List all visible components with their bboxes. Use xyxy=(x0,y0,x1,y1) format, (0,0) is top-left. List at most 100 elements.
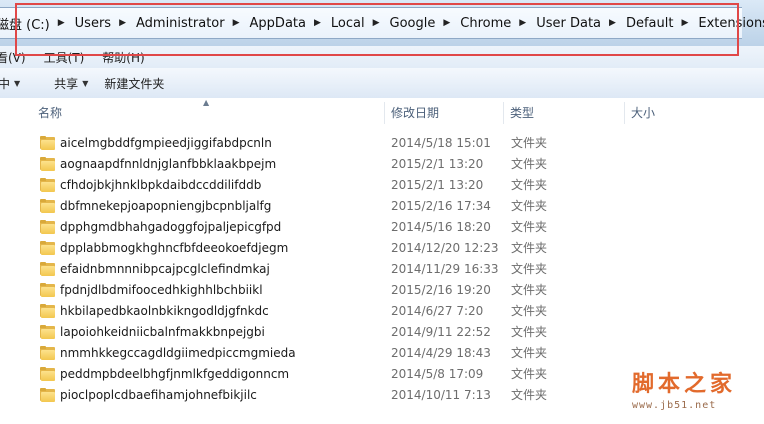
column-type[interactable]: 类型 xyxy=(504,98,624,126)
column-date[interactable]: 修改日期 xyxy=(385,98,503,126)
column-header-row: ▲ 名称 修改日期 类型 大小 xyxy=(0,98,764,126)
crumb-user-data[interactable]: User Data xyxy=(532,16,605,31)
chevron-right-icon[interactable]: ▶ xyxy=(369,18,386,28)
menu-view[interactable]: 看(V) xyxy=(0,49,35,66)
file-date: 2014/12/20 12:23 xyxy=(391,241,499,255)
file-date: 2014/9/11 22:52 xyxy=(391,325,491,339)
column-size[interactable]: 大小 xyxy=(625,98,745,126)
file-type: 文件夹 xyxy=(511,367,548,381)
folder-icon xyxy=(40,304,55,318)
new-folder-button[interactable]: 新建文件夹 xyxy=(96,75,172,92)
address-bar-area: 磁盘 (C:) ▶ Users ▶ Administrator ▶ AppDat… xyxy=(0,0,764,46)
menu-tools[interactable]: 工具(T) xyxy=(35,49,94,66)
file-date: 2014/6/27 7:20 xyxy=(391,304,484,318)
file-row[interactable]: dpplabbmogkhghncfbfdeeokoefdjegm 2014/12/… xyxy=(0,238,764,259)
file-name: aicelmgbddfgmpieedjiggifabdpcnln xyxy=(60,136,272,150)
file-date: 2015/2/16 19:20 xyxy=(391,283,491,297)
file-row[interactable]: efaidnbmnnnibpcajpcglclefindmkaj 2014/11/… xyxy=(0,259,764,280)
chevron-right-icon[interactable]: ▶ xyxy=(439,18,456,28)
folder-icon xyxy=(40,325,55,339)
crumb-administrator[interactable]: Administrator xyxy=(132,16,229,31)
crumb-default[interactable]: Default xyxy=(622,16,678,31)
folder-icon xyxy=(40,241,55,255)
folder-icon xyxy=(40,199,55,213)
file-type: 文件夹 xyxy=(511,325,548,339)
file-type: 文件夹 xyxy=(511,157,548,171)
dropdown-caret-icon: ▼ xyxy=(14,78,21,88)
menu-help[interactable]: 帮助(H) xyxy=(93,49,153,66)
file-date: 2014/5/18 15:01 xyxy=(391,136,491,150)
cmd-share[interactable]: 共享 ▼ xyxy=(46,75,96,92)
file-date: 2014/4/29 18:43 xyxy=(391,346,491,360)
file-name: pioclpoplcdbaefihamjohnefbikjilc xyxy=(60,388,257,402)
file-date: 2014/5/8 17:09 xyxy=(391,367,484,381)
file-name: peddmpbdeelbhgfjnmlkfgeddigonncm xyxy=(60,367,290,381)
file-name: nmmhkkegccagdldgiimedpiccmgmieda xyxy=(60,346,296,360)
file-type: 文件夹 xyxy=(511,304,548,318)
file-name: efaidnbmnnnibpcajpcglclefindmkaj xyxy=(60,262,270,276)
file-name: aognaapdfnnldnjglanfbbklaakbpejm xyxy=(60,157,277,171)
crumb-drive[interactable]: 磁盘 (C:) xyxy=(0,14,54,33)
folder-icon xyxy=(40,388,55,402)
file-date: 2015/2/1 13:20 xyxy=(391,157,484,171)
file-date: 2014/10/11 7:13 xyxy=(391,388,491,402)
file-type: 文件夹 xyxy=(511,199,548,213)
folder-icon xyxy=(40,283,55,297)
chevron-right-icon[interactable]: ▶ xyxy=(229,18,246,28)
dropdown-caret-icon: ▼ xyxy=(82,78,89,88)
watermark: 脚本之家 www.jb51.net xyxy=(632,366,762,411)
folder-icon xyxy=(40,367,55,381)
watermark-text: 脚本之家 xyxy=(632,371,737,397)
file-name: lapoiohkeidniicbalnfmakkbnpejgbi xyxy=(60,325,265,339)
file-type: 文件夹 xyxy=(511,241,548,255)
column-name[interactable]: 名称 xyxy=(32,98,384,126)
chevron-right-icon[interactable]: ▶ xyxy=(605,18,622,28)
cmd-include[interactable]: 中 ▼ xyxy=(0,75,28,92)
file-date: 2015/2/1 13:20 xyxy=(391,178,484,192)
file-type: 文件夹 xyxy=(511,262,548,276)
file-row[interactable]: lapoiohkeidniicbalnfmakkbnpejgbi 2014/9/1… xyxy=(0,322,764,343)
file-name: dbfmnekepjoapopniengjbcpnbljalfg xyxy=(60,199,272,213)
file-row[interactable]: dbfmnekepjoapopniengjbcpnbljalfg 2015/2/1… xyxy=(0,196,764,217)
breadcrumb: 磁盘 (C:) ▶ Users ▶ Administrator ▶ AppDat… xyxy=(0,8,764,38)
address-bar[interactable]: 磁盘 (C:) ▶ Users ▶ Administrator ▶ AppDat… xyxy=(0,7,764,39)
chevron-right-icon[interactable]: ▶ xyxy=(115,18,132,28)
crumb-appdata[interactable]: AppData xyxy=(246,16,310,31)
file-date: 2014/11/29 16:33 xyxy=(391,262,499,276)
file-type: 文件夹 xyxy=(511,346,548,360)
file-type: 文件夹 xyxy=(511,283,548,297)
file-name: dpplabbmogkhghncfbfdeeokoefdjegm xyxy=(60,241,289,255)
crumb-users[interactable]: Users xyxy=(71,16,115,31)
command-bar: 中 ▼ 共享 ▼ 新建文件夹 xyxy=(0,68,764,99)
chevron-right-icon[interactable]: ▶ xyxy=(310,18,327,28)
folder-icon xyxy=(40,136,55,150)
watermark-url: www.jb51.net xyxy=(632,400,717,411)
file-row[interactable]: hkbilapedbkaolnbkikngodldjgfnkdc 2014/6/2… xyxy=(0,301,764,322)
crumb-google[interactable]: Google xyxy=(386,16,440,31)
file-date: 2014/5/16 18:20 xyxy=(391,220,491,234)
crumb-chrome[interactable]: Chrome xyxy=(456,16,515,31)
file-type: 文件夹 xyxy=(511,178,548,192)
file-row[interactable]: aicelmgbddfgmpieedjiggifabdpcnln 2014/5/1… xyxy=(0,133,764,154)
file-row[interactable]: fpdnjdlbdmifoocedhkighhlbchbiikl 2015/2/1… xyxy=(0,280,764,301)
file-row[interactable]: dpphgmdbhahgadoggfojpaljepicgfpd 2014/5/1… xyxy=(0,217,764,238)
file-name: fpdnjdlbdmifoocedhkighhlbchbiikl xyxy=(60,283,263,297)
file-row[interactable]: cfhdojbkjhnklbpkdaibdccddilifddb 2015/2/1… xyxy=(0,175,764,196)
crumb-local[interactable]: Local xyxy=(327,16,369,31)
file-row[interactable]: aognaapdfnnldnjglanfbbklaakbpejm 2015/2/1… xyxy=(0,154,764,175)
folder-icon xyxy=(40,178,55,192)
folder-icon xyxy=(40,220,55,234)
file-name: hkbilapedbkaolnbkikngodldjgfnkdc xyxy=(60,304,269,318)
crumb-extensions[interactable]: Extensions xyxy=(694,16,764,31)
file-name: cfhdojbkjhnklbpkdaibdccddilifddb xyxy=(60,178,262,192)
folder-icon xyxy=(40,157,55,171)
chevron-right-icon[interactable]: ▶ xyxy=(677,18,694,28)
file-row[interactable]: nmmhkkegccagdldgiimedpiccmgmieda 2014/4/2… xyxy=(0,343,764,364)
menu-bar: 看(V) 工具(T) 帮助(H) xyxy=(0,46,764,68)
chevron-right-icon[interactable]: ▶ xyxy=(54,18,71,28)
file-type: 文件夹 xyxy=(511,136,548,150)
file-date: 2015/2/16 17:34 xyxy=(391,199,491,213)
chevron-right-icon[interactable]: ▶ xyxy=(515,18,532,28)
file-name: dpphgmdbhahgadoggfojpaljepicgfpd xyxy=(60,220,282,234)
cmd-share-label: 共享 xyxy=(54,76,79,91)
